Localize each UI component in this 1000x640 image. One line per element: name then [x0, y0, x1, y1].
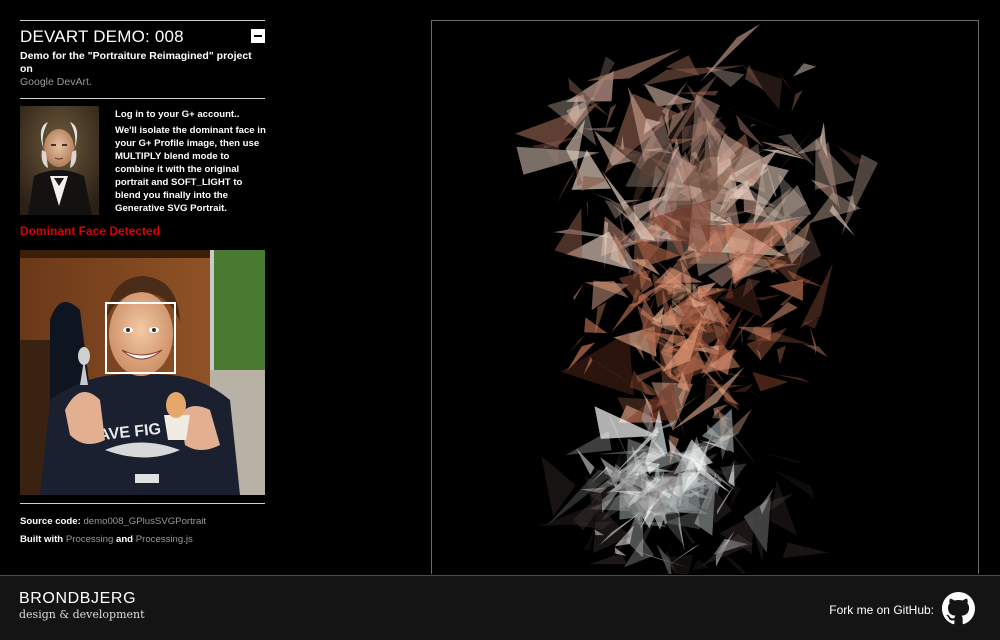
portrait-triangle [791, 90, 803, 112]
page-subtitle: Demo for the "Portraiture Reimagined" pr… [20, 50, 265, 89]
detection-status: Dominant Face Detected [20, 224, 161, 238]
footer-bar: BRONDBJERG design & development Fork me … [0, 575, 1000, 640]
brand-name: BRONDBJERG [19, 590, 137, 607]
source-code-row: Source code: demo008_GPlusSVGPortrait [20, 513, 265, 531]
info-panel: DEVART DEMO: 008 Demo for the "Portraitu… [20, 20, 267, 549]
process-description: We'll isolate the dominant face in your … [115, 125, 266, 214]
portrait-triangle [762, 452, 805, 463]
divider [20, 503, 265, 504]
portrait-triangle [573, 282, 585, 301]
portrait-triangle [776, 345, 786, 365]
portrait-triangle [589, 553, 628, 565]
portrait-triangle [611, 302, 641, 333]
portrait-triangle [541, 456, 576, 517]
subtitle-text: Demo for the "Portraiture Reimagined" pr… [20, 50, 252, 75]
intro-section: Log in to your G+ account.. We'll isolat… [20, 105, 267, 220]
generative-svg-portrait [431, 20, 979, 574]
reference-portrait-image [20, 106, 99, 215]
portrait-triangle [841, 154, 878, 235]
portrait-triangle [643, 569, 664, 573]
intro-text: Log in to your G+ account.. We'll isolat… [115, 108, 267, 218]
portrait-triangle [591, 192, 619, 205]
divider [20, 98, 265, 99]
brand-logo[interactable]: BRONDBJERG design & development [19, 590, 145, 621]
portrait-triangle [605, 103, 617, 131]
portrait-triangle [782, 542, 829, 559]
fork-github-text: Fork me on GitHub: [829, 603, 934, 617]
profile-photo: AVE FIG [20, 250, 265, 495]
top-divider [20, 20, 265, 21]
credits: Source code: demo008_GPlusSVGPortrait Bu… [20, 513, 265, 549]
portrait-triangle [755, 294, 784, 301]
processing-link[interactable]: Processing [66, 534, 113, 545]
portrait-triangle [728, 485, 741, 509]
portrait-triangle [752, 372, 789, 392]
detected-face-box [105, 302, 176, 374]
portrait-triangle [691, 559, 710, 571]
google-devart-link[interactable]: Google DevArt. [20, 76, 92, 88]
portrait-triangle [792, 63, 817, 77]
portrait-triangle [750, 123, 757, 128]
source-code-label: Source code: [20, 516, 81, 527]
login-instruction: Log in to your G+ account.. [115, 109, 240, 120]
collapse-panel-button[interactable] [251, 29, 265, 43]
portrait-triangle [809, 327, 817, 355]
title-row: DEVART DEMO: 008 [20, 25, 265, 49]
portrait-triangle [800, 263, 833, 329]
page-title: DEVART DEMO: 008 [20, 27, 184, 46]
and-text: and [115, 534, 134, 545]
github-octocat-icon[interactable] [942, 592, 975, 625]
portrait-triangle [554, 208, 583, 260]
portrait-triangle [586, 201, 588, 218]
portrait-triangle [770, 480, 798, 536]
portrait-triangle [749, 389, 795, 425]
built-with-row: Built with Processing and Processing.js [20, 531, 265, 549]
source-code-link[interactable]: demo008_GPlusSVGPortrait [83, 516, 206, 527]
portrait-triangle [760, 302, 798, 328]
built-with-label: Built with [20, 534, 64, 545]
brand-tagline: design & development [19, 608, 145, 621]
minus-icon [254, 35, 262, 37]
processingjs-link[interactable]: Processing.js [136, 534, 193, 545]
